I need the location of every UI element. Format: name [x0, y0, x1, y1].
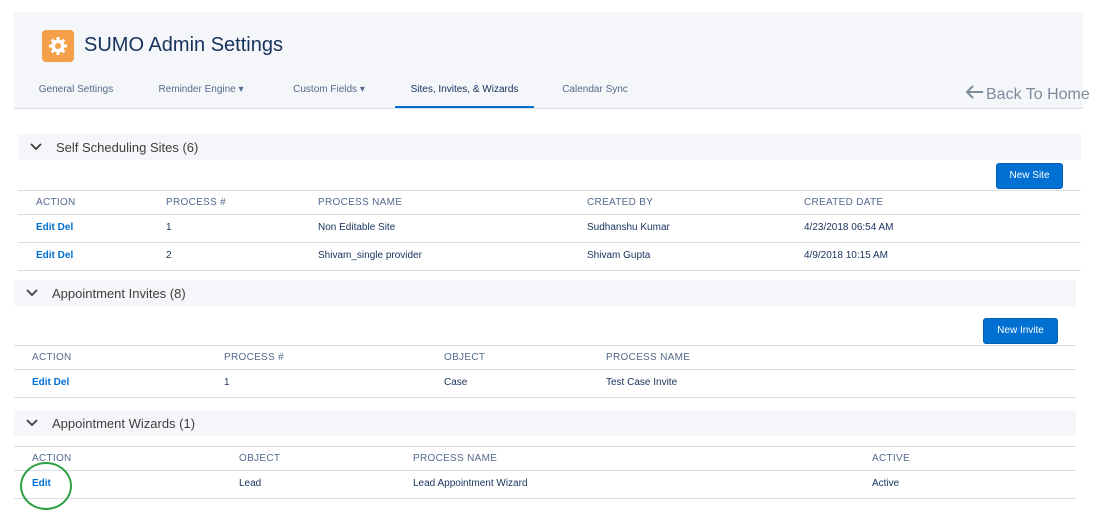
created-by: Shivam Gupta: [587, 250, 651, 261]
gear-icon: [42, 30, 74, 62]
column-header: PROCESS NAME: [606, 352, 691, 363]
object: Case: [444, 377, 468, 388]
column-header: CREATED DATE: [804, 197, 884, 208]
chevron-down-icon: [26, 289, 40, 297]
wizards-table: ACTION OBJECT PROCESS NAME ACTIVE Edit L…: [14, 446, 1076, 500]
back-to-home-link[interactable]: Back To Home: [964, 84, 1090, 105]
arrow-left-icon: [964, 84, 984, 105]
process-name: Shivam_single provider: [318, 250, 422, 261]
column-header: ACTION: [32, 352, 72, 363]
edit-del-link[interactable]: Edit Del: [36, 243, 73, 268]
page-title: SUMO Admin Settings: [84, 34, 283, 56]
column-header: PROCESS #: [224, 352, 284, 363]
active-status: Active: [872, 478, 900, 489]
process-name: Lead Appointment Wizard: [413, 478, 528, 489]
column-header: PROCESS NAME: [413, 453, 498, 464]
created-date: 4/9/2018 10:15 AM: [804, 250, 888, 261]
table-header: ACTION PROCESS # OBJECT PROCESS NAME: [14, 345, 1076, 370]
column-header: CREATED BY: [587, 197, 654, 208]
section-title-sites: Self Scheduling Sites (6): [56, 139, 199, 155]
process-number: 1: [166, 222, 172, 233]
chevron-down-icon: [30, 143, 44, 151]
tab-reminder-engine[interactable]: Reminder Engine ▾: [138, 72, 264, 106]
new-site-button[interactable]: New Site: [996, 163, 1063, 189]
table-header: ACTION PROCESS # PROCESS NAME CREATED BY…: [18, 190, 1081, 215]
process-number: 2: [166, 250, 172, 261]
edit-del-link[interactable]: Edit Del: [32, 370, 69, 395]
section-title-invites: Appointment Invites (8): [52, 285, 186, 301]
process-number: 1: [224, 377, 230, 388]
column-header: PROCESS NAME: [318, 197, 403, 208]
sites-table: ACTION PROCESS # PROCESS NAME CREATED BY…: [18, 190, 1081, 272]
created-by: Sudhanshu Kumar: [587, 222, 670, 233]
edit-del-link[interactable]: Edit Del: [36, 215, 73, 240]
tab-sites-invites-wizards[interactable]: Sites, Invites, & Wizards: [395, 72, 534, 108]
table-row: Edit Del 1 Non Editable Site Sudhanshu K…: [18, 215, 1081, 243]
section-header-sites[interactable]: Self Scheduling Sites (6): [18, 134, 1081, 160]
column-header: OBJECT: [239, 453, 281, 464]
table-row: Edit Del 2 Shivam_single provider Shivam…: [18, 243, 1081, 271]
table-row: Edit Del 1 Case Test Case Invite: [14, 370, 1076, 398]
table-header: ACTION OBJECT PROCESS NAME ACTIVE: [14, 446, 1076, 471]
column-header: PROCESS #: [166, 197, 226, 208]
created-date: 4/23/2018 06:54 AM: [804, 222, 894, 233]
tab-general-settings[interactable]: General Settings: [14, 72, 138, 106]
tab-custom-fields[interactable]: Custom Fields ▾: [264, 72, 394, 106]
back-to-home-label: Back To Home: [986, 85, 1090, 103]
table-row: Edit Lead Lead Appointment Wizard Active: [14, 471, 1076, 499]
column-header: ACTIVE: [872, 453, 910, 464]
column-header: ACTION: [32, 453, 72, 464]
process-name: Non Editable Site: [318, 222, 396, 233]
section-header-wizards[interactable]: Appointment Wizards (1): [14, 410, 1076, 436]
chevron-down-icon: [26, 419, 40, 427]
tab-calendar-sync[interactable]: Calendar Sync: [544, 72, 646, 106]
edit-link[interactable]: Edit: [32, 471, 51, 496]
section-title-wizards: Appointment Wizards (1): [52, 415, 196, 431]
process-name: Test Case Invite: [606, 377, 678, 388]
page-header: SUMO Admin Settings General Settings Rem…: [14, 12, 1083, 109]
section-header-invites[interactable]: Appointment Invites (8): [14, 280, 1076, 306]
invites-table: ACTION PROCESS # OBJECT PROCESS NAME Edi…: [14, 345, 1076, 399]
object: Lead: [239, 478, 262, 489]
column-header: OBJECT: [444, 352, 486, 363]
new-invite-button[interactable]: New Invite: [983, 318, 1058, 344]
column-header: ACTION: [36, 197, 76, 208]
